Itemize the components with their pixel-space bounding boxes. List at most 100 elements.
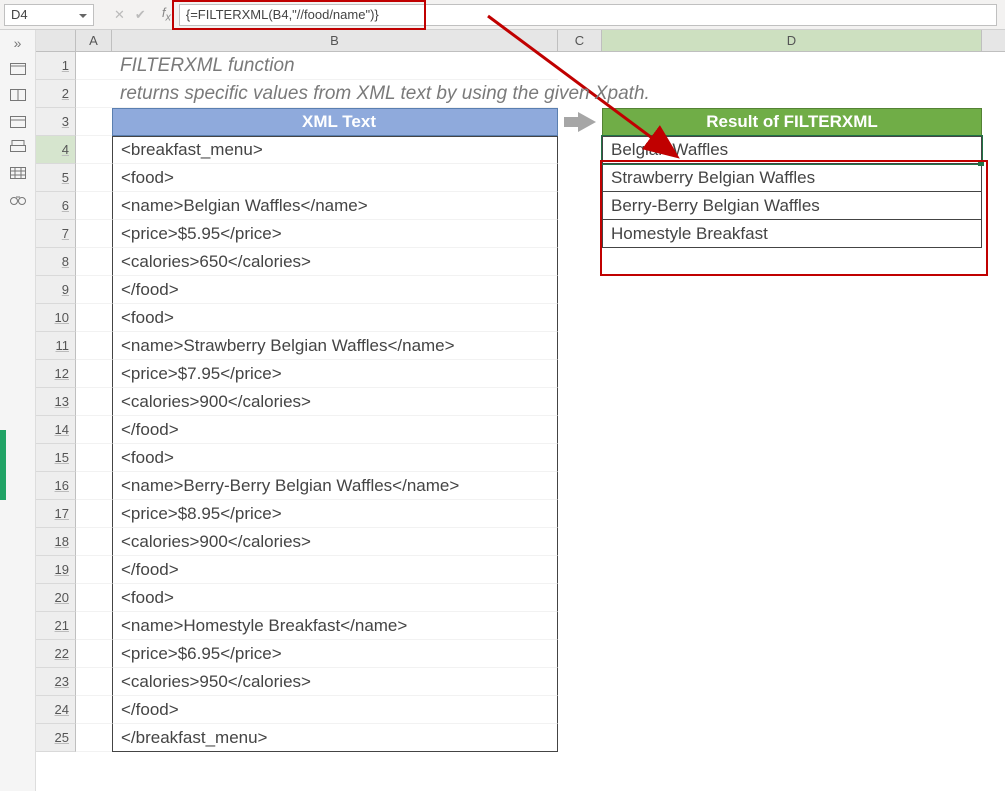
- cell-D12[interactable]: [602, 360, 982, 388]
- row-header-13[interactable]: 13: [36, 388, 76, 416]
- row-header-15[interactable]: 15: [36, 444, 76, 472]
- cell-C11[interactable]: [558, 332, 602, 360]
- cell-B23[interactable]: <calories>950</calories>: [112, 668, 558, 696]
- row-header-10[interactable]: 10: [36, 304, 76, 332]
- cell-B24[interactable]: </food>: [112, 696, 558, 724]
- cell-C18[interactable]: [558, 528, 602, 556]
- cell-A19[interactable]: [76, 556, 112, 584]
- cell-D14[interactable]: [602, 416, 982, 444]
- row-header-1[interactable]: 1: [36, 52, 76, 80]
- expand-icon[interactable]: »: [9, 36, 27, 50]
- cell-B1[interactable]: FILTERXML function: [112, 52, 558, 80]
- cell-D5[interactable]: Strawberry Belgian Waffles: [602, 164, 982, 192]
- cell-D18[interactable]: [602, 528, 982, 556]
- cell-D23[interactable]: [602, 668, 982, 696]
- formula-bar[interactable]: {=FILTERXML(B4,"//food/name")}: [179, 4, 997, 26]
- cell-D8[interactable]: [602, 248, 982, 276]
- cell-A18[interactable]: [76, 528, 112, 556]
- header-result[interactable]: Result of FILTERXML: [602, 108, 982, 136]
- row-header-18[interactable]: 18: [36, 528, 76, 556]
- cell-D6[interactable]: Berry-Berry Belgian Waffles: [602, 192, 982, 220]
- cell-C15[interactable]: [558, 444, 602, 472]
- cell-A24[interactable]: [76, 696, 112, 724]
- cell-D13[interactable]: [602, 388, 982, 416]
- cell-B5[interactable]: <food>: [112, 164, 558, 192]
- cell-D22[interactable]: [602, 640, 982, 668]
- fx-icon[interactable]: fx: [162, 5, 171, 24]
- cell-C8[interactable]: [558, 248, 602, 276]
- cell-A22[interactable]: [76, 640, 112, 668]
- cell-A12[interactable]: [76, 360, 112, 388]
- cell-B13[interactable]: <calories>900</calories>: [112, 388, 558, 416]
- cell-B16[interactable]: <name>Berry-Berry Belgian Waffles</name>: [112, 472, 558, 500]
- row-header-4[interactable]: 4: [36, 136, 76, 164]
- row-header-19[interactable]: 19: [36, 556, 76, 584]
- cell-B14[interactable]: </food>: [112, 416, 558, 444]
- cell-B9[interactable]: </food>: [112, 276, 558, 304]
- cell-A2[interactable]: [76, 80, 112, 108]
- cell-C19[interactable]: [558, 556, 602, 584]
- cell-C7[interactable]: [558, 220, 602, 248]
- cell-C9[interactable]: [558, 276, 602, 304]
- cell-B18[interactable]: <calories>900</calories>: [112, 528, 558, 556]
- cell-A4[interactable]: [76, 136, 112, 164]
- cell-C13[interactable]: [558, 388, 602, 416]
- row-header-25[interactable]: 25: [36, 724, 76, 752]
- cell-A25[interactable]: [76, 724, 112, 752]
- cell-D24[interactable]: [602, 696, 982, 724]
- cell-D11[interactable]: [602, 332, 982, 360]
- row-header-21[interactable]: 21: [36, 612, 76, 640]
- cell-C3[interactable]: [558, 108, 602, 136]
- row-header-17[interactable]: 17: [36, 500, 76, 528]
- cell-B10[interactable]: <food>: [112, 304, 558, 332]
- cell-A5[interactable]: [76, 164, 112, 192]
- cell-B2[interactable]: returns specific values from XML text by…: [112, 80, 558, 108]
- printer-icon[interactable]: [9, 140, 27, 154]
- confirm-icon[interactable]: ✔: [135, 7, 146, 23]
- cell-D17[interactable]: [602, 500, 982, 528]
- cell-A8[interactable]: [76, 248, 112, 276]
- row-header-6[interactable]: 6: [36, 192, 76, 220]
- cell-D16[interactable]: [602, 472, 982, 500]
- cell-C23[interactable]: [558, 668, 602, 696]
- binoculars-icon[interactable]: [9, 192, 27, 206]
- row-header-20[interactable]: 20: [36, 584, 76, 612]
- col-header-D[interactable]: D: [602, 30, 982, 51]
- cell-D4[interactable]: Belgian Waffles: [602, 136, 982, 164]
- cell-C4[interactable]: [558, 136, 602, 164]
- cell-D7[interactable]: Homestyle Breakfast: [602, 220, 982, 248]
- cell-C24[interactable]: [558, 696, 602, 724]
- grid-icon[interactable]: [9, 166, 27, 180]
- calendar-icon[interactable]: [9, 114, 27, 128]
- cell-C22[interactable]: [558, 640, 602, 668]
- cell-C10[interactable]: [558, 304, 602, 332]
- row-header-12[interactable]: 12: [36, 360, 76, 388]
- cell-D10[interactable]: [602, 304, 982, 332]
- cell-A17[interactable]: [76, 500, 112, 528]
- cell-A23[interactable]: [76, 668, 112, 696]
- cell-A3[interactable]: [76, 108, 112, 136]
- row-header-11[interactable]: 11: [36, 332, 76, 360]
- cell-A14[interactable]: [76, 416, 112, 444]
- cell-B15[interactable]: <food>: [112, 444, 558, 472]
- cell-C20[interactable]: [558, 584, 602, 612]
- cell-B17[interactable]: <price>$8.95</price>: [112, 500, 558, 528]
- cell-B6[interactable]: <name>Belgian Waffles</name>: [112, 192, 558, 220]
- cell-B19[interactable]: </food>: [112, 556, 558, 584]
- cell-A21[interactable]: [76, 612, 112, 640]
- cell-A16[interactable]: [76, 472, 112, 500]
- cell-C6[interactable]: [558, 192, 602, 220]
- cell-A9[interactable]: [76, 276, 112, 304]
- row-header-24[interactable]: 24: [36, 696, 76, 724]
- row-header-23[interactable]: 23: [36, 668, 76, 696]
- cell-C16[interactable]: [558, 472, 602, 500]
- cell-A10[interactable]: [76, 304, 112, 332]
- cell-C1[interactable]: [558, 52, 602, 80]
- cell-D21[interactable]: [602, 612, 982, 640]
- cell-A15[interactable]: [76, 444, 112, 472]
- cell-C12[interactable]: [558, 360, 602, 388]
- cell-B12[interactable]: <price>$7.95</price>: [112, 360, 558, 388]
- cell-C21[interactable]: [558, 612, 602, 640]
- row-header-9[interactable]: 9: [36, 276, 76, 304]
- cell-C17[interactable]: [558, 500, 602, 528]
